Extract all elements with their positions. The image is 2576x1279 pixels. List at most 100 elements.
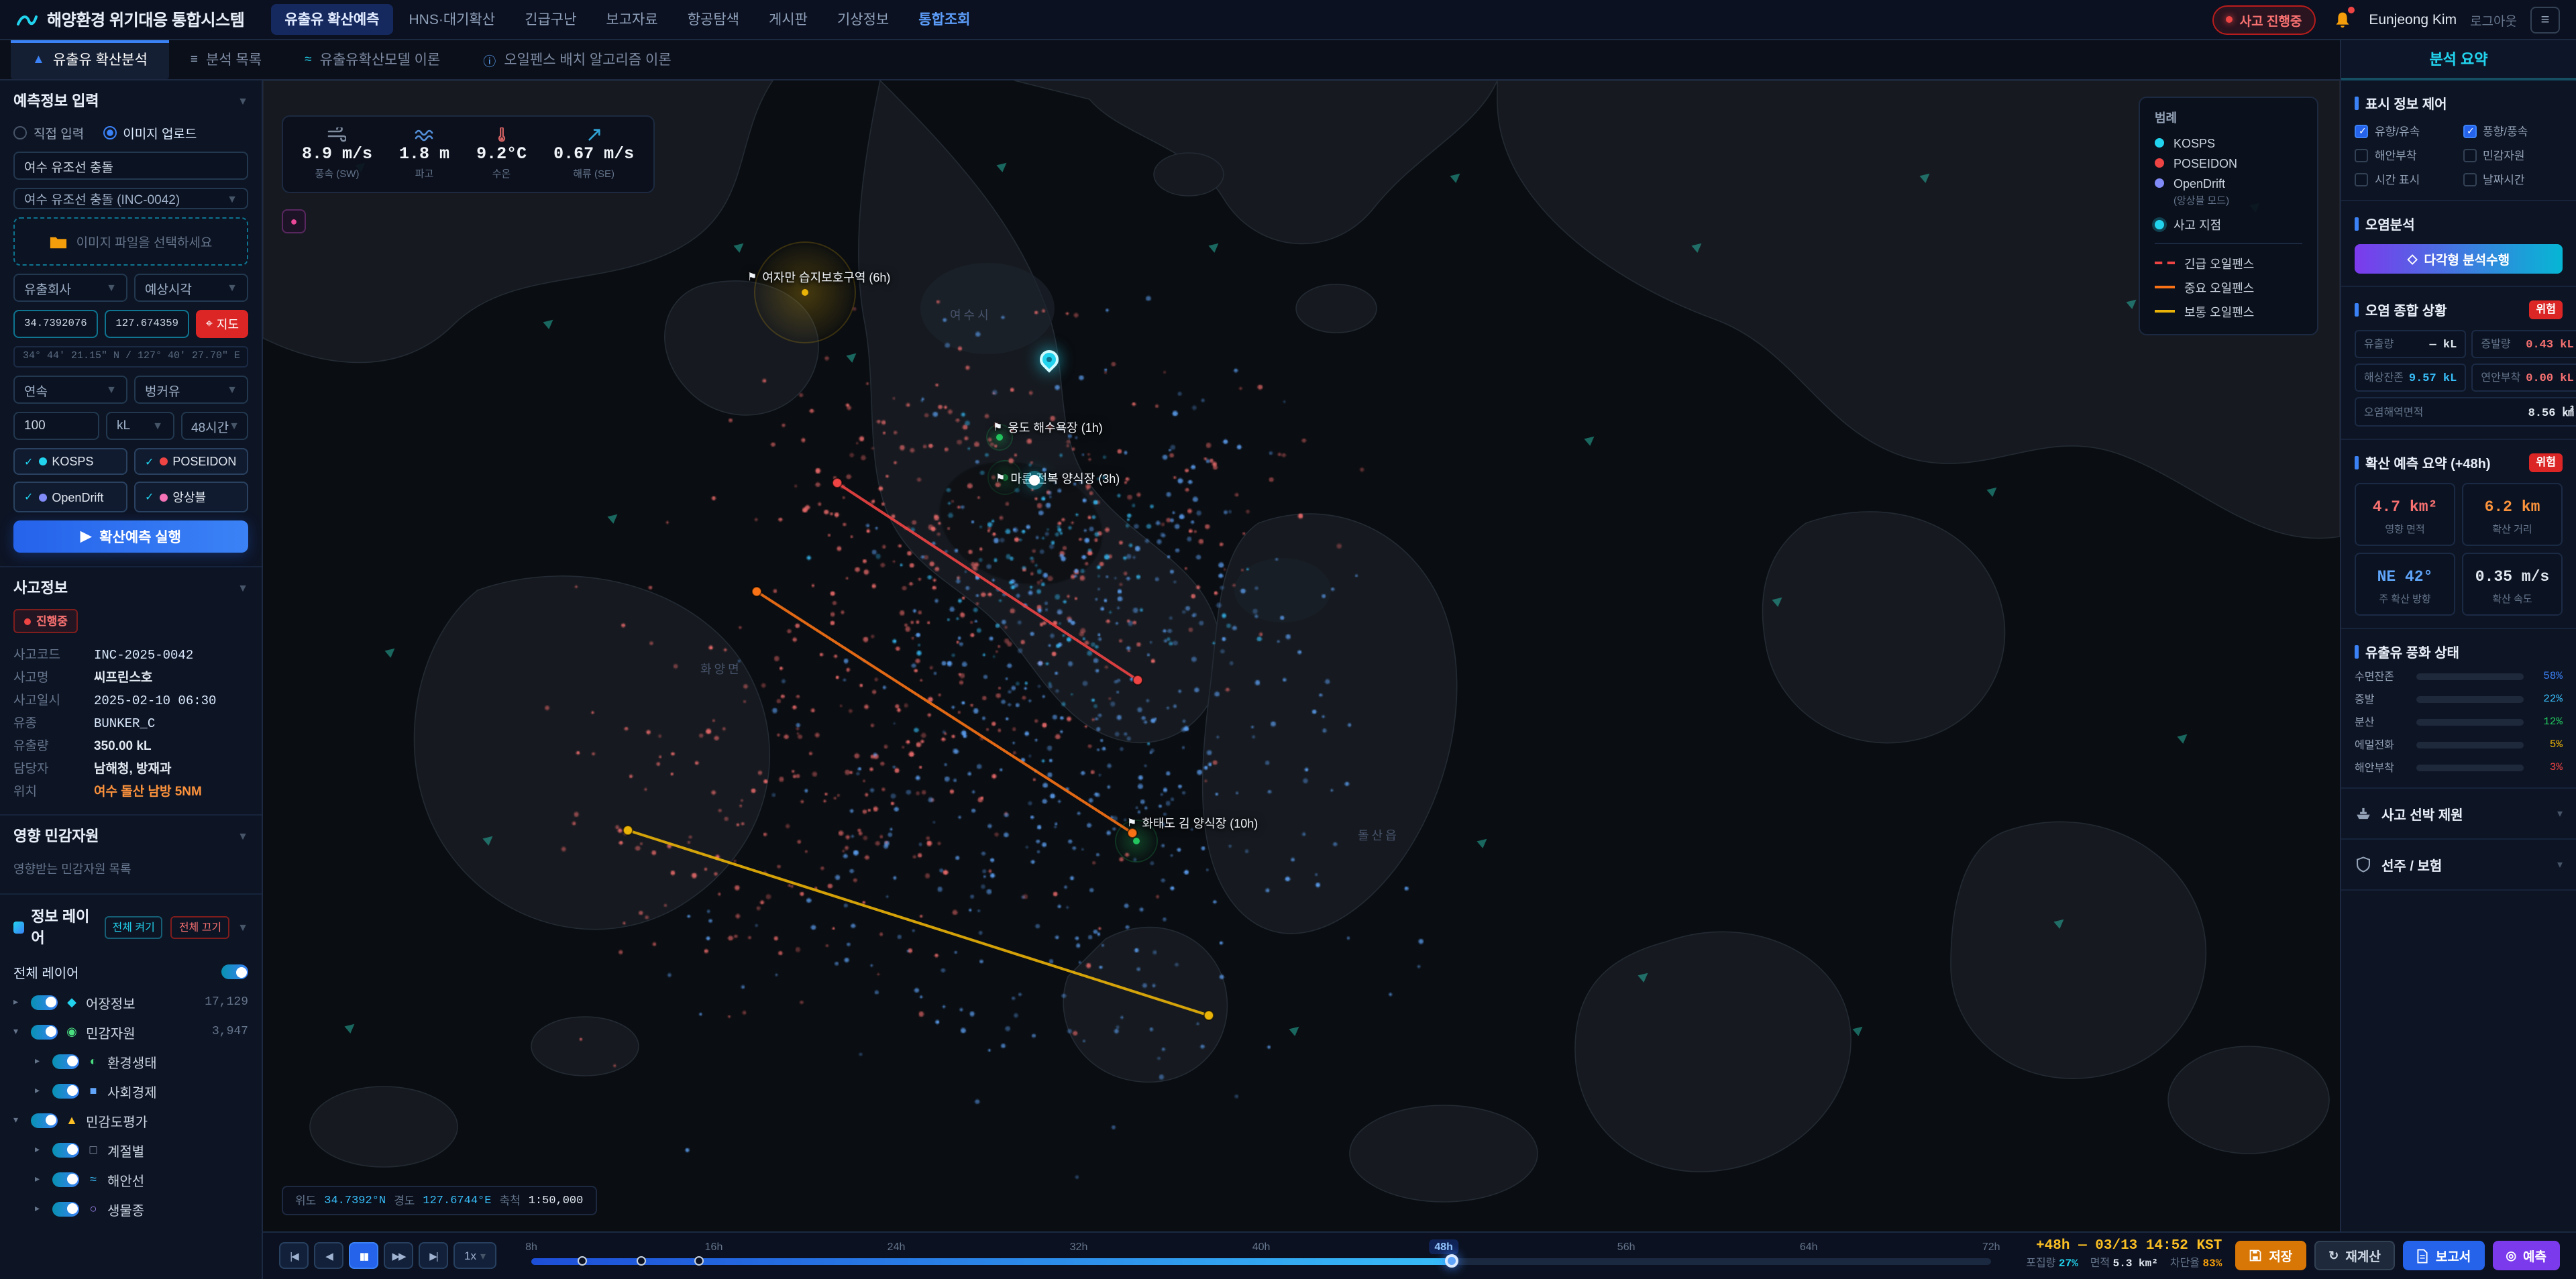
expand-icon[interactable]	[35, 1056, 46, 1066]
layers-all-off-button[interactable]: 전체 끄기	[171, 915, 229, 938]
timeline-tick[interactable]: 16h	[705, 1239, 723, 1254]
timeline-track[interactable]	[531, 1258, 1991, 1264]
expand-icon[interactable]	[35, 1174, 46, 1184]
oil-fence-line[interactable]	[628, 830, 1209, 1015]
map-canvas[interactable]: ▶▶▶▶▶▶▶▶▶▶▶▶▶▶▶▶▶▶▶▶▶▶▶▶ 여수시화양면돌산읍 ⚑여자만 …	[263, 80, 2340, 1231]
layer-toggle[interactable]	[52, 1054, 79, 1068]
tab-boom-algorithm-theory[interactable]: ⓘ오일펜스 배치 알고리즘 이론	[462, 40, 692, 79]
vessel-spec-section[interactable]: 사고 선박 제원 ▾	[2341, 789, 2576, 840]
radio-direct-input[interactable]: 직접 입력	[13, 123, 84, 142]
expected-time-select[interactable]: 예상시각▼	[134, 274, 248, 302]
latitude-input[interactable]	[13, 310, 98, 338]
layer-toggle[interactable]	[52, 1172, 79, 1186]
oil-type-select[interactable]: 벙커유▼	[134, 376, 248, 404]
timeline-tick[interactable]: 64h	[1800, 1239, 1818, 1254]
layer-toggle[interactable]	[31, 1113, 58, 1127]
timeline-tick[interactable]: 48h	[1429, 1239, 1458, 1254]
timeline-handle[interactable]	[1444, 1254, 1458, 1268]
timeline-tick[interactable]: 56h	[1617, 1239, 1635, 1254]
incident-active-badge[interactable]: 사고 진행중	[2213, 5, 2316, 34]
section-predict-input[interactable]: 예측정보 입력▼	[0, 80, 262, 119]
checkbox-datetime[interactable]: 날짜시간	[2463, 172, 2563, 188]
layer-toggle[interactable]	[52, 1083, 79, 1098]
image-upload-dropzone[interactable]: 이미지 파일을 선택하세요	[13, 217, 248, 266]
layer-row-sensitivity-eval[interactable]: ▲민감도평가	[0, 1105, 262, 1135]
section-incident-info[interactable]: 사고정보▼	[0, 566, 262, 606]
fence-endpoint[interactable]	[833, 478, 842, 488]
fence-endpoint[interactable]	[1204, 1011, 1214, 1020]
timeline-event-marker[interactable]	[578, 1256, 587, 1266]
layer-toggle[interactable]	[52, 1142, 79, 1157]
menu-item-rescue[interactable]: 긴급구난	[511, 4, 590, 35]
checkbox-shoreline[interactable]: 해안부착	[2355, 148, 2455, 164]
layer-toggle[interactable]	[31, 995, 58, 1009]
map-style-button[interactable]: ●	[282, 209, 306, 233]
fast-forward-button[interactable]: ▶▶	[384, 1242, 413, 1269]
radio-image-upload[interactable]: 이미지 업로드	[103, 123, 197, 142]
expand-icon[interactable]	[13, 1115, 24, 1125]
pause-button[interactable]: ▮▮	[349, 1242, 378, 1269]
layer-row-sensitive[interactable]: ◉민감자원3,947	[0, 1017, 262, 1046]
polygon-analysis-button[interactable]: ◇다각형 분석수행	[2355, 244, 2563, 274]
layer-row-eco[interactable]: ◐환경생태	[0, 1046, 262, 1076]
layer-row-coastline[interactable]: ≈해안선	[0, 1164, 262, 1194]
fence-endpoint[interactable]	[1133, 675, 1142, 685]
incident-select[interactable]: 여수 유조선 충돌 (INC-0042)▼	[13, 188, 248, 209]
layers-all-on-button[interactable]: 전체 켜기	[104, 915, 162, 938]
recalculate-button[interactable]: ↻재계산	[2314, 1241, 2396, 1270]
layer-toggle[interactable]	[52, 1201, 79, 1216]
timeline-event-marker[interactable]	[694, 1256, 704, 1266]
model-toggle-poseidon[interactable]: ✓POSEIDON	[134, 448, 248, 475]
oil-fence-line[interactable]	[757, 592, 1132, 833]
menu-item-weather[interactable]: 기상정보	[824, 4, 902, 35]
menu-item-board[interactable]: 게시판	[755, 4, 821, 35]
fence-endpoint[interactable]	[623, 826, 633, 835]
duration-select[interactable]: 48시간▼	[180, 412, 248, 440]
checkbox-sensitive[interactable]: 민감자원	[2463, 148, 2563, 164]
menu-item-aerial[interactable]: 항공탐색	[674, 4, 753, 35]
model-toggle-opendrift[interactable]: ✓OpenDrift	[13, 482, 127, 512]
timeline-event-marker[interactable]	[636, 1256, 645, 1266]
menu-item-hns[interactable]: HNS·대기확산	[396, 4, 509, 35]
expand-icon[interactable]	[35, 1085, 46, 1096]
release-type-select[interactable]: 연속▼	[13, 376, 127, 404]
checkbox-current[interactable]: 유향/유속	[2355, 123, 2455, 140]
timeline-tick[interactable]: 40h	[1252, 1239, 1271, 1254]
hamburger-menu-button[interactable]: ≡	[2530, 6, 2560, 33]
layer-row-species[interactable]: ○생물종	[0, 1194, 262, 1223]
layer-row-seasonal[interactable]: □계절별	[0, 1135, 262, 1164]
master-layer-toggle[interactable]	[221, 964, 248, 979]
pick-on-map-button[interactable]: ⌖지도	[197, 310, 248, 338]
tab-analysis-list[interactable]: ≡분석 목록	[169, 40, 283, 79]
menu-item-reports[interactable]: 보고자료	[592, 4, 671, 35]
skip-start-button[interactable]: |◀	[279, 1242, 309, 1269]
incident-name-input[interactable]	[13, 152, 248, 180]
layer-toggle[interactable]	[31, 1024, 58, 1039]
oil-fence-line[interactable]	[837, 483, 1138, 680]
notification-bell-button[interactable]	[2328, 6, 2355, 33]
unit-select[interactable]: kL▼	[106, 412, 174, 440]
tab-diffusion-analysis[interactable]: ▲유출유 확산분석	[11, 40, 169, 79]
expand-icon[interactable]	[35, 1144, 46, 1155]
save-button[interactable]: 저장	[2235, 1241, 2306, 1270]
menu-item-spill-forecast[interactable]: 유출유 확산예측	[271, 4, 392, 35]
predict-button[interactable]: ◎예측	[2492, 1241, 2560, 1270]
section-sensitive-resources[interactable]: 영향 민감자원▼	[0, 814, 262, 854]
timeline-tick[interactable]: 72h	[1982, 1239, 2000, 1254]
timeline-tick[interactable]: 32h	[1070, 1239, 1088, 1254]
checkbox-wind[interactable]: 풍향/풍속	[2463, 123, 2563, 140]
step-back-button[interactable]: ◀	[314, 1242, 343, 1269]
timeline-tick[interactable]: 8h	[525, 1239, 537, 1254]
layer-row-fisheries[interactable]: ◆어장정보17,129	[0, 987, 262, 1017]
playback-speed-select[interactable]: 1x▾	[453, 1242, 496, 1269]
menu-item-integrated-search[interactable]: 통합조회	[905, 4, 983, 35]
model-toggle-ensemble[interactable]: ✓앙상블	[134, 482, 248, 512]
model-toggle-kosps[interactable]: ✓KOSPS	[13, 448, 127, 475]
owner-insurance-section[interactable]: 선주 / 보험 ▾	[2341, 840, 2576, 891]
checkbox-time-display[interactable]: 시간 표시	[2355, 172, 2455, 188]
expand-icon[interactable]	[35, 1203, 46, 1214]
skip-end-button[interactable]: ▶|	[419, 1242, 448, 1269]
layer-row-socioeconomic[interactable]: ■사회경제	[0, 1076, 262, 1105]
spill-amount-input[interactable]	[13, 412, 99, 440]
run-prediction-button[interactable]: ▶확산예측 실행	[13, 520, 248, 553]
